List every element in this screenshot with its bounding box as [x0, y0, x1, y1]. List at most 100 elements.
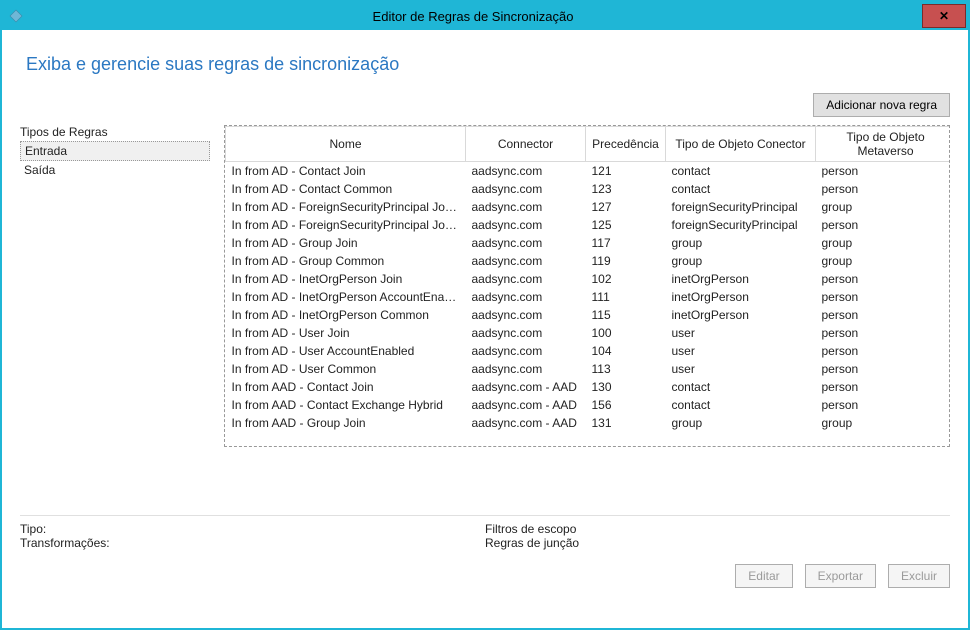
cell-connector: aadsync.com - AAD: [466, 378, 586, 396]
cell-connector: aadsync.com: [466, 162, 586, 181]
sidebar-item-entrada[interactable]: Entrada: [20, 141, 210, 161]
cell-nome: In from AD - Contact Common: [226, 180, 466, 198]
table-row[interactable]: In from AD - User Commonaadsync.com113us…: [226, 360, 951, 378]
col-nome[interactable]: Nome: [226, 127, 466, 162]
export-button[interactable]: Exportar: [805, 564, 876, 588]
details-mid: Filtros de escopo Regras de junção: [485, 522, 950, 550]
cell-tipo-metaverso: group: [816, 198, 951, 216]
cell-connector: aadsync.com: [466, 342, 586, 360]
table-row[interactable]: In from AD - Group Joinaadsync.com117gro…: [226, 234, 951, 252]
details-panel: Tipo: Transformações: Filtros de escopo …: [20, 522, 950, 550]
cell-connector: aadsync.com: [466, 270, 586, 288]
table-row[interactable]: In from AD - InetOrgPerson Commonaadsync…: [226, 306, 951, 324]
cell-connector: aadsync.com: [466, 306, 586, 324]
cell-precedencia: 130: [586, 378, 666, 396]
close-icon: ✕: [939, 9, 949, 23]
cell-nome: In from AD - Contact Join: [226, 162, 466, 181]
cell-connector: aadsync.com: [466, 216, 586, 234]
cell-tipo-conector: foreignSecurityPrincipal: [666, 216, 816, 234]
cell-precedencia: 156: [586, 396, 666, 414]
edit-button[interactable]: Editar: [735, 564, 792, 588]
sidebar-list: EntradaSaída: [20, 141, 210, 179]
rules-grid[interactable]: Nome Connector Precedência Tipo de Objet…: [224, 125, 950, 447]
window-title: Editor de Regras de Sincronização: [24, 9, 922, 24]
col-connector[interactable]: Connector: [466, 127, 586, 162]
cell-tipo-metaverso: person: [816, 360, 951, 378]
table-row[interactable]: In from AD - User Joinaadsync.com100user…: [226, 324, 951, 342]
cell-precedencia: 115: [586, 306, 666, 324]
cell-tipo-metaverso: person: [816, 270, 951, 288]
table-row[interactable]: In from AD - InetOrgPerson AccountEnable…: [226, 288, 951, 306]
cell-precedencia: 113: [586, 360, 666, 378]
cell-tipo-conector: inetOrgPerson: [666, 270, 816, 288]
col-tipo-metaverso[interactable]: Tipo de Objeto Metaverso: [816, 127, 951, 162]
cell-nome: In from AD - ForeignSecurityPrincipal Jo…: [226, 216, 466, 234]
sidebar-item-saída[interactable]: Saída: [20, 161, 210, 179]
cell-nome: In from AD - InetOrgPerson AccountEnable…: [226, 288, 466, 306]
cell-tipo-metaverso: person: [816, 288, 951, 306]
cell-nome: In from AD - ForeignSecurityPrincipal Jo…: [226, 198, 466, 216]
table-row[interactable]: In from AAD - Contact Exchange Hybridaad…: [226, 396, 951, 414]
delete-button[interactable]: Excluir: [888, 564, 950, 588]
cell-connector: aadsync.com: [466, 288, 586, 306]
table-row[interactable]: In from AD - Group Commonaadsync.com119g…: [226, 252, 951, 270]
cell-tipo-metaverso: person: [816, 306, 951, 324]
cell-connector: aadsync.com: [466, 198, 586, 216]
table-row[interactable]: In from AD - ForeignSecurityPrincipal Jo…: [226, 198, 951, 216]
add-rule-button[interactable]: Adicionar nova regra: [813, 93, 950, 117]
divider: [20, 515, 950, 516]
cell-nome: In from AD - User AccountEnabled: [226, 342, 466, 360]
close-button[interactable]: ✕: [922, 4, 966, 28]
cell-tipo-metaverso: person: [816, 342, 951, 360]
cell-connector: aadsync.com - AAD: [466, 414, 586, 432]
cell-connector: aadsync.com: [466, 252, 586, 270]
cell-tipo-metaverso: person: [816, 162, 951, 181]
col-precedencia[interactable]: Precedência: [586, 127, 666, 162]
filtros-label: Filtros de escopo: [485, 522, 950, 536]
cell-precedencia: 125: [586, 216, 666, 234]
cell-connector: aadsync.com: [466, 360, 586, 378]
top-action-bar: Adicionar nova regra: [20, 93, 950, 117]
tipo-label: Tipo:: [20, 522, 485, 536]
cell-tipo-metaverso: group: [816, 414, 951, 432]
window: Editor de Regras de Sincronização ✕ Exib…: [0, 0, 970, 630]
cell-tipo-conector: user: [666, 324, 816, 342]
cell-connector: aadsync.com - AAD: [466, 396, 586, 414]
titlebar[interactable]: Editor de Regras de Sincronização ✕: [2, 2, 968, 30]
app-icon: [8, 8, 24, 24]
cell-nome: In from AD - Group Join: [226, 234, 466, 252]
table-row[interactable]: In from AD - ForeignSecurityPrincipal Jo…: [226, 216, 951, 234]
sidebar-title: Tipos de Regras: [20, 125, 210, 139]
cell-connector: aadsync.com: [466, 324, 586, 342]
cell-tipo-conector: user: [666, 360, 816, 378]
table-row[interactable]: In from AD - Contact Joinaadsync.com121c…: [226, 162, 951, 181]
cell-connector: aadsync.com: [466, 234, 586, 252]
cell-nome: In from AAD - Contact Exchange Hybrid: [226, 396, 466, 414]
col-tipo-conector[interactable]: Tipo de Objeto Conector: [666, 127, 816, 162]
trans-label: Transformações:: [20, 536, 485, 550]
cell-precedencia: 127: [586, 198, 666, 216]
cell-precedencia: 123: [586, 180, 666, 198]
table-row[interactable]: In from AAD - Group Joinaadsync.com - AA…: [226, 414, 951, 432]
cell-tipo-conector: group: [666, 252, 816, 270]
cell-precedencia: 117: [586, 234, 666, 252]
table-header-row: Nome Connector Precedência Tipo de Objet…: [226, 127, 951, 162]
cell-precedencia: 119: [586, 252, 666, 270]
cell-precedencia: 102: [586, 270, 666, 288]
juncao-label: Regras de junção: [485, 536, 950, 550]
cell-precedencia: 104: [586, 342, 666, 360]
table-row[interactable]: In from AAD - Contact Joinaadsync.com - …: [226, 378, 951, 396]
cell-tipo-conector: group: [666, 414, 816, 432]
cell-precedencia: 111: [586, 288, 666, 306]
cell-precedencia: 131: [586, 414, 666, 432]
cell-nome: In from AD - InetOrgPerson Common: [226, 306, 466, 324]
cell-tipo-conector: user: [666, 342, 816, 360]
cell-nome: In from AD - InetOrgPerson Join: [226, 270, 466, 288]
cell-tipo-conector: contact: [666, 162, 816, 181]
client-area: Exiba e gerencie suas regras de sincroni…: [2, 30, 968, 628]
table-row[interactable]: In from AD - User AccountEnabledaadsync.…: [226, 342, 951, 360]
cell-nome: In from AD - User Common: [226, 360, 466, 378]
table-row[interactable]: In from AD - Contact Commonaadsync.com12…: [226, 180, 951, 198]
table-row[interactable]: In from AD - InetOrgPerson Joinaadsync.c…: [226, 270, 951, 288]
bottom-actions: Editar Exportar Excluir: [20, 564, 950, 588]
